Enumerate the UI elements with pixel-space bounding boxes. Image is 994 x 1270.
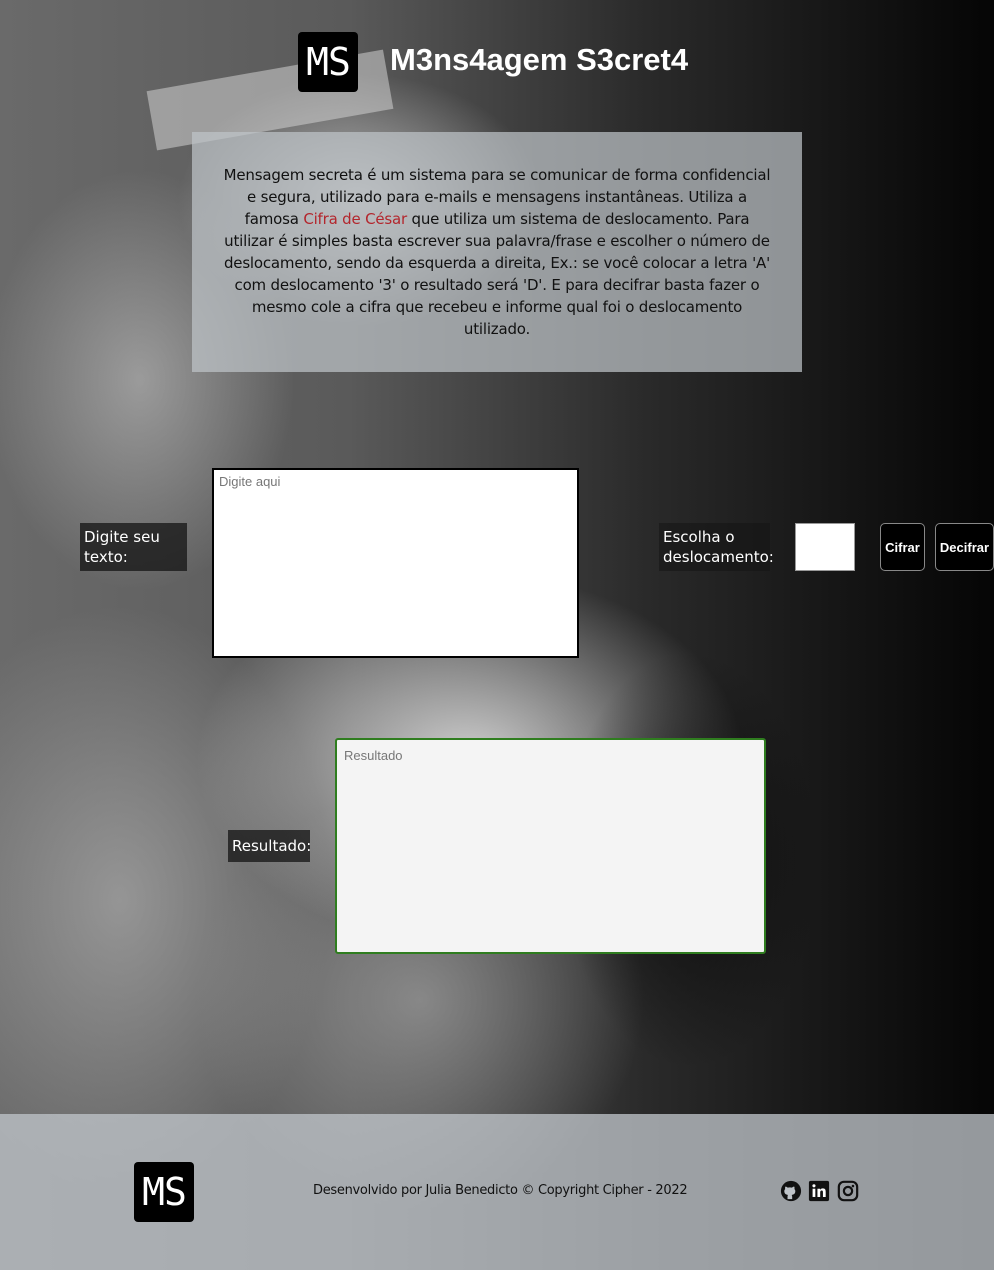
description-after-link: que utiliza um sistema de deslocamento. … xyxy=(223,210,771,338)
cifra-de-cesar-link[interactable]: Cifra de César xyxy=(303,210,407,228)
linkedin-icon[interactable] xyxy=(808,1180,830,1202)
instagram-icon[interactable] xyxy=(837,1180,859,1202)
description-card: Mensagem secreta é um sistema para se co… xyxy=(192,132,802,372)
shift-label: Escolha o deslocamento: xyxy=(659,523,774,571)
page-header: MS M3ns4agem S3cret4 xyxy=(0,0,994,125)
result-output[interactable] xyxy=(335,738,766,954)
result-label: Resultado: xyxy=(228,830,311,862)
decifrar-button[interactable]: Decifrar xyxy=(935,523,994,571)
page-title: M3ns4agem S3cret4 xyxy=(390,42,689,77)
page-footer: MS Desenvolvido por Julia Benedicto © Co… xyxy=(0,1114,994,1270)
header-logo[interactable]: MS xyxy=(298,32,358,92)
description-text: Mensagem secreta é um sistema para se co… xyxy=(222,164,772,340)
text-input[interactable] xyxy=(212,468,579,658)
github-icon[interactable] xyxy=(780,1180,802,1202)
footer-credits: Desenvolvido por Julia Benedicto © Copyr… xyxy=(313,1183,688,1198)
shift-input[interactable] xyxy=(795,523,855,571)
footer-logo[interactable]: MS xyxy=(134,1162,194,1222)
text-input-label: Digite seu texto: xyxy=(80,523,187,571)
cifrar-button[interactable]: Cifrar xyxy=(880,523,925,571)
